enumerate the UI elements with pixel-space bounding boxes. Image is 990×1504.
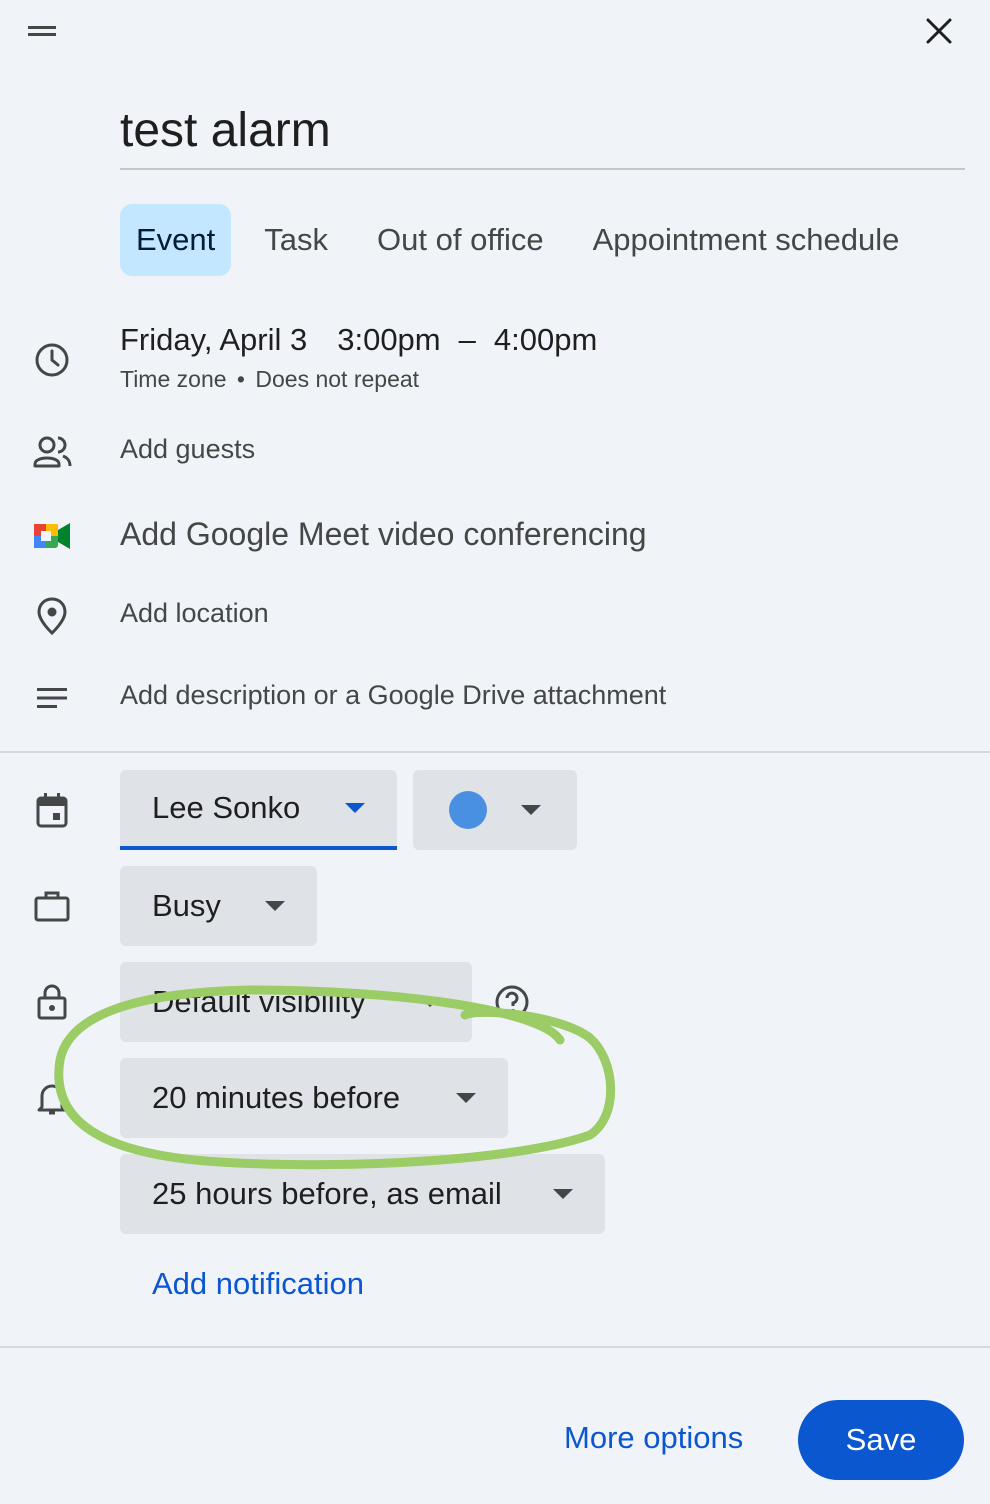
availability-label: Busy (152, 888, 221, 923)
more-options-button[interactable]: More options (564, 1420, 743, 1456)
chevron-down-icon (553, 1189, 573, 1199)
notification-select-1[interactable]: 20 minutes before (120, 1058, 508, 1138)
chevron-down-icon (265, 901, 285, 911)
event-type-tabs: Event Task Out of office Appointment sch… (120, 204, 932, 276)
repeat-link[interactable]: Does not repeat (255, 366, 419, 392)
lock-icon (30, 980, 74, 1024)
save-button[interactable]: Save (798, 1400, 964, 1480)
subline-separator: • (236, 366, 245, 392)
chevron-down-icon (521, 805, 541, 815)
event-start-time[interactable]: 3:00pm (337, 322, 440, 357)
footer-divider (0, 1346, 990, 1348)
event-color-select[interactable] (413, 770, 577, 850)
close-icon[interactable] (914, 6, 964, 56)
notification-label-2: 25 hours before, as email (152, 1176, 502, 1211)
guests-icon (30, 430, 74, 474)
event-datetime: Friday, April 3 3:00pm –4:00pm (120, 322, 627, 358)
event-title-input[interactable] (120, 98, 965, 170)
datetime-subline: Time zone • Does not repeat (120, 366, 419, 393)
notification-label-1: 20 minutes before (152, 1080, 401, 1115)
color-swatch (449, 791, 487, 829)
tab-event[interactable]: Event (120, 204, 232, 276)
event-date[interactable]: Friday, April 3 (120, 322, 307, 357)
add-location-field[interactable]: Add location (120, 598, 269, 629)
clock-icon (30, 338, 74, 382)
event-end-time[interactable]: 4:00pm (494, 322, 597, 357)
section-divider (0, 751, 990, 753)
visibility-select[interactable]: Default visibility (120, 962, 472, 1042)
visibility-label: Default visibility (152, 984, 366, 1019)
add-notification-link[interactable]: Add notification (152, 1266, 364, 1302)
calendar-owner-select[interactable]: Lee Sonko (120, 770, 397, 850)
tab-task[interactable]: Task (248, 204, 344, 276)
chevron-down-icon (420, 997, 440, 1007)
tab-appointment-schedule[interactable]: Appointment schedule (577, 204, 916, 276)
briefcase-icon (30, 884, 74, 928)
calendar-owner-label: Lee Sonko (152, 790, 301, 825)
add-meet-button[interactable]: Add Google Meet video conferencing (120, 516, 647, 553)
drag-handle-icon[interactable] (22, 18, 62, 44)
chevron-down-icon (345, 803, 365, 813)
calendar-icon (30, 788, 74, 832)
tab-out-of-office[interactable]: Out of office (361, 204, 560, 276)
add-description-field[interactable]: Add description or a Google Drive attach… (120, 680, 666, 711)
location-pin-icon (30, 594, 74, 638)
description-icon (30, 676, 74, 720)
help-icon[interactable] (490, 980, 534, 1024)
google-meet-icon (30, 514, 74, 558)
time-dash: – (458, 322, 476, 357)
time-zone-link[interactable]: Time zone (120, 366, 227, 392)
add-guests-field[interactable]: Add guests (120, 434, 255, 465)
notification-select-2[interactable]: 25 hours before, as email (120, 1154, 605, 1234)
availability-select[interactable]: Busy (120, 866, 317, 946)
chevron-down-icon (456, 1093, 476, 1103)
bell-icon (30, 1076, 74, 1120)
